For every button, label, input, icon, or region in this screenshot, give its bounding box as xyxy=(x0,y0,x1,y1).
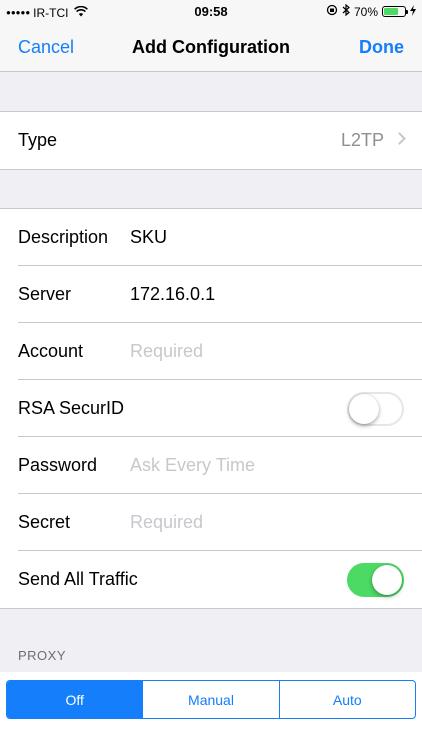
charging-icon xyxy=(410,4,416,19)
type-row[interactable]: Type L2TP xyxy=(0,112,422,169)
server-row[interactable]: Server 172.16.0.1 xyxy=(0,266,422,323)
secret-row[interactable]: Secret Required xyxy=(0,494,422,551)
bluetooth-icon xyxy=(342,3,350,19)
rsa-securid-label: RSA SecurID xyxy=(18,398,125,418)
description-row[interactable]: Description SKU xyxy=(0,209,422,266)
status-right: 70% xyxy=(322,3,416,19)
account-row[interactable]: Account Required xyxy=(0,323,422,380)
password-row[interactable]: Password Ask Every Time xyxy=(0,437,422,494)
send-all-traffic-label: Send All Traffic xyxy=(18,569,138,589)
battery-icon xyxy=(382,6,408,17)
done-button[interactable]: Done xyxy=(359,37,404,58)
battery-fill xyxy=(384,8,398,15)
proxy-segmented-control: Off Manual Auto xyxy=(6,680,416,719)
description-field[interactable]: SKU xyxy=(130,227,167,248)
navigation-bar: Cancel Add Configuration Done xyxy=(0,24,422,72)
secret-field[interactable]: Required xyxy=(130,512,203,533)
server-label: Server xyxy=(18,284,72,304)
rsa-securid-toggle[interactable] xyxy=(347,392,404,426)
proxy-section-header: PROXY xyxy=(18,648,67,663)
proxy-option-auto[interactable]: Auto xyxy=(278,681,415,718)
password-field[interactable]: Ask Every Time xyxy=(130,455,255,476)
proxy-option-off[interactable]: Off xyxy=(7,681,143,718)
orientation-lock-icon xyxy=(326,4,338,19)
toggle-knob xyxy=(349,394,379,424)
account-field[interactable]: Required xyxy=(130,341,203,362)
server-field[interactable]: 172.16.0.1 xyxy=(130,284,215,305)
rsa-securid-row: RSA SecurID xyxy=(0,380,422,437)
battery-percentage: 70% xyxy=(353,4,378,19)
type-value: L2TP xyxy=(340,130,384,150)
description-label: Description xyxy=(18,227,109,247)
status-bar: ●●●●● IR-TCI 09:58 70% xyxy=(0,0,422,24)
type-group: Type L2TP xyxy=(0,111,422,170)
secret-label: Secret xyxy=(18,512,71,532)
battery-tip xyxy=(406,10,408,14)
send-all-traffic-toggle[interactable] xyxy=(347,563,404,597)
configuration-fields-group: Description SKU Server 172.16.0.1 Accoun… xyxy=(0,208,422,609)
chevron-right-icon xyxy=(393,132,406,145)
account-label: Account xyxy=(18,341,84,361)
proxy-option-manual[interactable]: Manual xyxy=(142,681,278,718)
send-all-traffic-row: Send All Traffic xyxy=(0,551,422,608)
password-label: Password xyxy=(18,455,98,475)
type-label: Type xyxy=(18,130,58,150)
toggle-knob xyxy=(372,565,402,595)
